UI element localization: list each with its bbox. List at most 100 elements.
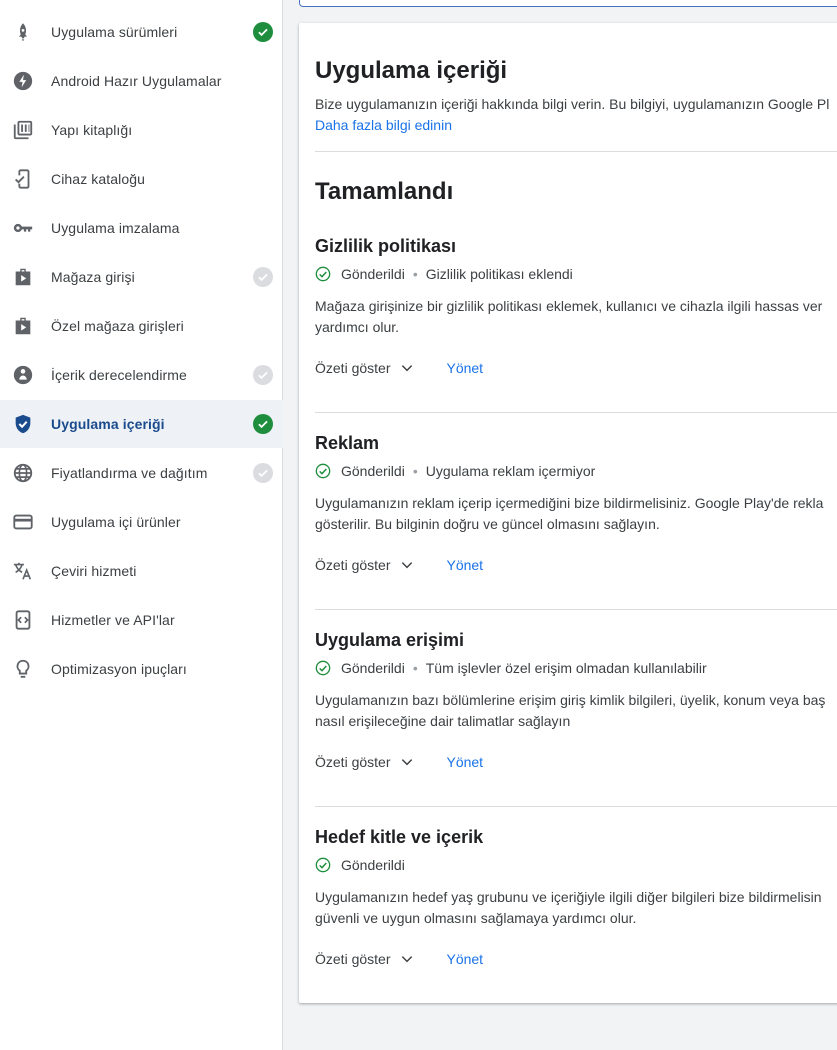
library-icon (11, 118, 35, 142)
rocket-icon (11, 20, 35, 44)
sidebar-item-label: Android Hazır Uygulamalar (51, 73, 222, 89)
page-title: Uygulama içeriği (315, 57, 508, 84)
item-description-line: Uygulamanızın bazı bölümlerine erişim gi… (315, 692, 826, 708)
bolt-icon (11, 69, 35, 93)
rating-icon (11, 363, 35, 387)
item-title: Uygulama erişimi (315, 630, 465, 650)
sidebar-item-label: Özel mağaza girişleri (51, 318, 184, 334)
sidebar-item-label: Cihaz kataloğu (51, 171, 146, 187)
store-play-icon (11, 265, 35, 289)
show-summary-button[interactable]: Özeti göster (315, 557, 414, 573)
sidebar-item-app-signing[interactable]: Uygulama imzalama (0, 204, 283, 252)
key-icon (11, 216, 35, 240)
show-summary-label: Özeti göster (315, 360, 391, 376)
page-description: Bize uygulamanızın içeriği hakkında bilg… (315, 96, 830, 112)
status-text: Gönderildi (341, 660, 405, 676)
sidebar-item-label: Yapı kitaplığı (51, 122, 133, 138)
sidebar-item-label: Uygulama içi ürünler (51, 514, 181, 530)
manage-link[interactable]: Yönet (446, 557, 483, 573)
item-status: Gönderildi • Uygulama reklam içermiyor (315, 462, 595, 480)
lightbulb-icon (11, 657, 35, 681)
card-icon (11, 510, 35, 534)
item-title: Gizlilik politikası (315, 236, 457, 256)
item-status: Gönderildi (315, 856, 405, 874)
status-detail: Uygulama reklam içermiyor (425, 463, 596, 479)
item-description-line: güvenli ve uygun olmasını sağlamaya yard… (315, 910, 637, 926)
sidebar-item-label: Mağaza girişi (51, 269, 135, 285)
item-actions: Özeti göster Yönet (315, 949, 483, 969)
completed-check-icon (253, 22, 273, 42)
chevron-down-icon (402, 956, 413, 963)
sidebar-item-custom-store-listings[interactable]: Özel mağaza girişleri (0, 302, 283, 350)
chevron-down-icon (402, 365, 413, 372)
item-title: Reklam (315, 433, 380, 453)
item-title: Hedef kitle ve içerik (315, 827, 484, 847)
item-actions: Özeti göster Yönet (315, 358, 483, 378)
manage-link[interactable]: Yönet (446, 360, 483, 376)
sidebar-item-label: Fiyatlandırma ve dağıtım (51, 465, 208, 481)
completed-check-icon (253, 414, 273, 434)
item-description-line: gösterilir. Bu bilginin doğru ve güncel … (315, 516, 660, 532)
sidebar-item-in-app-products[interactable]: Uygulama içi ürünler (0, 498, 283, 546)
divider (315, 151, 837, 152)
item-description: Mağaza girişinize bir gizlilik politikas… (315, 296, 822, 338)
status-detail: Gizlilik politikası eklendi (425, 266, 573, 282)
sidebar-item-pricing-distribution[interactable]: Fiyatlandırma ve dağıtım (0, 449, 283, 497)
item-actions: Özeti göster Yönet (315, 555, 483, 575)
sidebar-item-label: Uygulama içeriği (51, 416, 165, 432)
sidebar-item-translation-service[interactable]: Çeviri hizmeti (0, 547, 283, 595)
show-summary-button[interactable]: Özeti göster (315, 360, 414, 376)
chevron-down-icon (402, 759, 413, 766)
sidebar-item-label: Optimizasyon ipuçları (51, 661, 187, 677)
sidebar-item-build-library[interactable]: Yapı kitaplığı (0, 106, 283, 154)
sidebar-item-store-listing[interactable]: Mağaza girişi (0, 253, 283, 301)
sidebar-item-android-instant-apps[interactable]: Android Hazır Uygulamalar (0, 57, 283, 105)
show-summary-button[interactable]: Özeti göster (315, 951, 414, 967)
item-description-line: Mağaza girişinize bir gizlilik politikas… (315, 298, 823, 314)
item-actions: Özeti göster Yönet (315, 752, 483, 772)
sidebar-item-optimization-tips[interactable]: Optimizasyon ipuçları (0, 645, 283, 693)
sidebar-item-content-rating[interactable]: İçerik derecelendirme (0, 351, 283, 399)
divider (315, 609, 837, 610)
pending-check-icon (253, 365, 273, 385)
sidebar-item-app-content[interactable]: Uygulama içeriği (0, 400, 283, 448)
learn-more-link[interactable]: Daha fazla bilgi edinin (315, 117, 452, 133)
pending-check-icon (253, 463, 273, 483)
show-summary-button[interactable]: Özeti göster (315, 754, 414, 770)
sidebar-item-label: Uygulama imzalama (51, 220, 180, 236)
status-separator: • (412, 463, 418, 479)
item-description-line: Uygulamanızın reklam içerip içermediğini… (315, 495, 824, 511)
chevron-down-icon (402, 562, 413, 569)
sidebar-item-label: Çeviri hizmeti (51, 563, 137, 579)
item-description-line: nasıl erişileceğine dair talimatlar sağl… (315, 713, 571, 729)
device-check-icon (11, 167, 35, 191)
item-description: Uygulamanızın bazı bölümlerine erişim gi… (315, 690, 825, 732)
status-text: Gönderildi (341, 266, 405, 282)
check-circle-icon (315, 660, 331, 676)
check-circle-icon (315, 266, 331, 282)
item-description-line: Uygulamanızın hedef yaş grubunu ve içeri… (315, 889, 822, 905)
api-icon (11, 608, 35, 632)
sidebar-item-app-releases[interactable]: Uygulama sürümleri (0, 8, 283, 56)
divider (315, 412, 837, 413)
status-text: Gönderildi (341, 857, 405, 873)
manage-link[interactable]: Yönet (446, 754, 483, 770)
item-description: Uygulamanızın reklam içerip içermediğini… (315, 493, 823, 535)
app-content-card: Uygulama içeriği Bize uygulamanızın içer… (299, 23, 837, 1003)
sidebar-item-services-apis[interactable]: Hizmetler ve API'lar (0, 596, 283, 644)
previous-card-edge (299, 0, 837, 7)
item-status: Gönderildi • Tüm işlevler özel erişim ol… (315, 659, 707, 677)
shield-icon (11, 412, 35, 436)
check-circle-icon (315, 857, 331, 873)
show-summary-label: Özeti göster (315, 754, 391, 770)
show-summary-label: Özeti göster (315, 951, 391, 967)
sidebar-item-device-catalog[interactable]: Cihaz kataloğu (0, 155, 283, 203)
translate-icon (11, 559, 35, 583)
status-separator: • (412, 266, 418, 282)
show-summary-label: Özeti göster (315, 557, 391, 573)
item-description-line: yardımcı olur. (315, 319, 400, 335)
divider (315, 806, 837, 807)
manage-link[interactable]: Yönet (446, 951, 483, 967)
check-circle-icon (315, 463, 331, 479)
store-play-icon (11, 314, 35, 338)
